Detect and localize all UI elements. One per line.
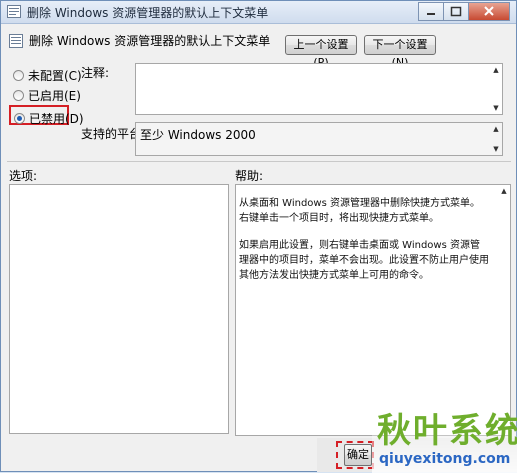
options-pane[interactable] (9, 184, 229, 434)
minimize-button[interactable] (418, 2, 443, 21)
radio-enabled[interactable]: 已启用(E) (13, 87, 81, 104)
options-label: 选项: (9, 169, 38, 183)
title-bar[interactable]: 删除 Windows 资源管理器的默认上下文菜单 (1, 1, 516, 24)
maximize-icon (450, 6, 462, 17)
policy-dialog-window: 删除 Windows 资源管理器的默认上下文菜单 删除 Windows 资源管理… (0, 0, 517, 473)
help-label: 帮助: (235, 169, 264, 183)
radio-circle[interactable] (13, 90, 24, 101)
supported-field: 至少 Windows 2000 ▲ ▼ (135, 122, 503, 156)
scroll-down-icon[interactable]: ▼ (492, 145, 500, 153)
help-paragraph: 如果启用此设置，则右键单击桌面或 Windows 资源管理器中的项目时，菜单不会… (239, 240, 489, 281)
radio-label: 未配置(C) (28, 69, 82, 83)
watermark-url: qiuyexitong.com (379, 451, 511, 467)
radio-circle-selected[interactable] (14, 113, 25, 124)
window-title: 删除 Windows 资源管理器的默认上下文菜单 (27, 6, 269, 20)
policy-title: 删除 Windows 资源管理器的默认上下文菜单 (29, 34, 271, 48)
policy-icon (7, 5, 21, 18)
scroll-up-icon[interactable]: ▲ (492, 125, 500, 133)
close-button[interactable] (468, 2, 510, 21)
setting-icon (9, 34, 23, 48)
help-paragraph: 从桌面和 Windows 资源管理器中删除快捷方式菜单。右键单击一个项目时，将出… (239, 198, 480, 224)
watermark-logo-text: 秋叶系统 (377, 411, 517, 451)
radio-label: 已启用(E) (28, 89, 81, 103)
close-icon (484, 6, 494, 16)
radio-label: 已禁用(D) (29, 112, 84, 126)
radio-disabled[interactable]: 已禁用(D) (14, 110, 84, 127)
comment-label: 注释: (81, 66, 110, 80)
ok-button[interactable]: 确定 (344, 444, 372, 466)
help-text: 从桌面和 Windows 资源管理器中删除快捷方式菜单。右键单击一个项目时，将出… (239, 196, 489, 295)
divider (7, 161, 511, 162)
minimize-icon (427, 13, 435, 15)
scroll-up-icon[interactable]: ▲ (500, 187, 508, 195)
scroll-up-icon[interactable]: ▲ (492, 66, 500, 74)
next-setting-button[interactable]: 下一个设置(N) (364, 35, 436, 69)
disabled-highlight-box: 已禁用(D) (9, 105, 84, 126)
supported-value: 至少 Windows 2000 (140, 128, 256, 142)
radio-not-configured[interactable]: 未配置(C) (13, 67, 82, 84)
radio-circle[interactable] (13, 70, 24, 81)
maximize-button[interactable] (443, 2, 468, 21)
caption-buttons (418, 2, 510, 21)
previous-setting-button[interactable]: 上一个设置(P) (285, 35, 357, 69)
comment-textarea[interactable]: ▲ ▼ (135, 63, 503, 115)
scroll-down-icon[interactable]: ▼ (492, 104, 500, 112)
